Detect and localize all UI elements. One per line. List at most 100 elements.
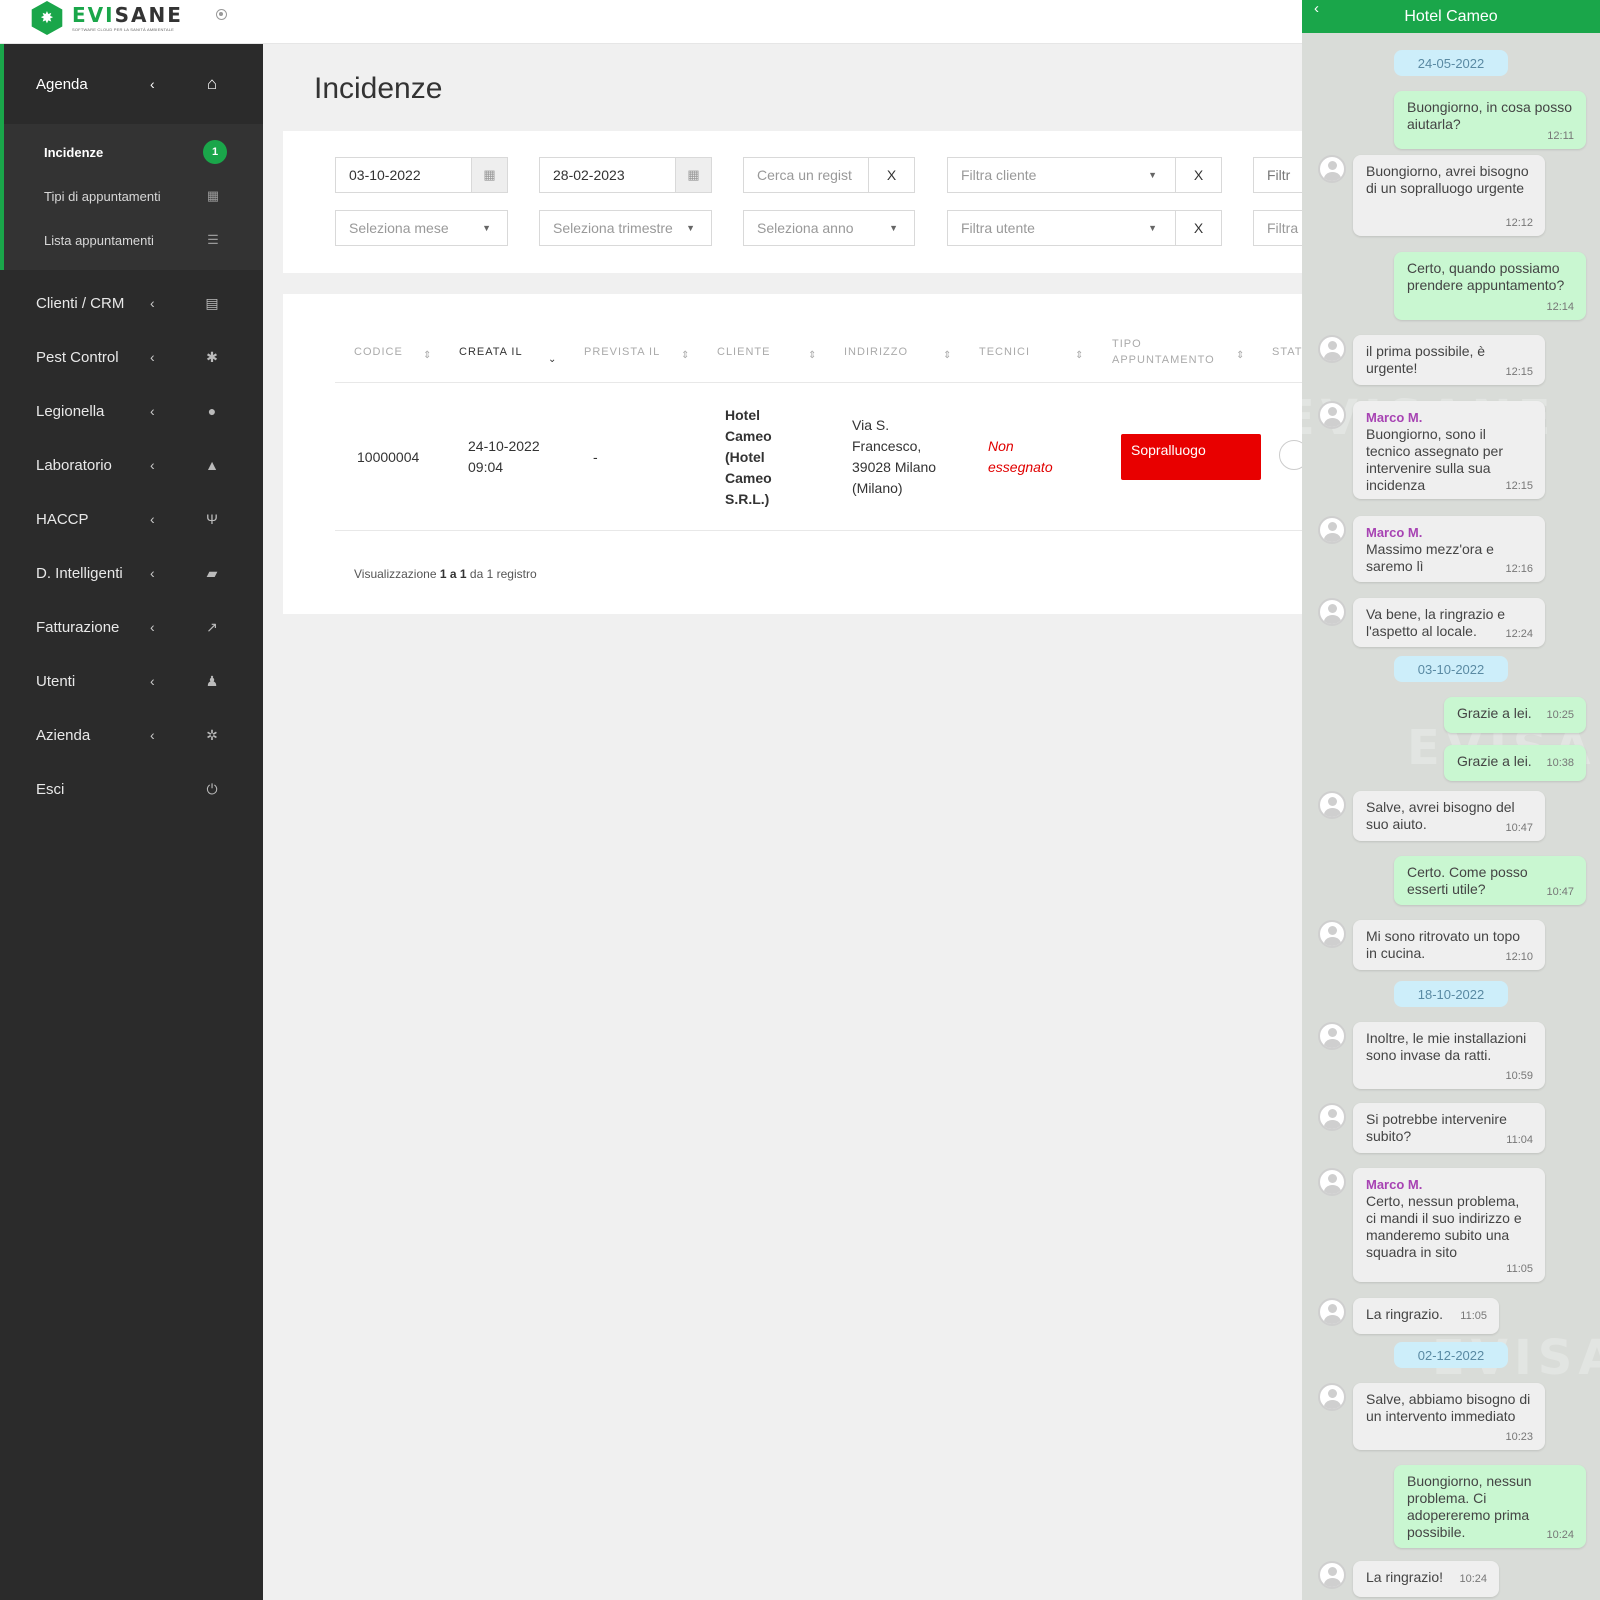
sidebar-item-fatturazione[interactable]: Fatturazione ‹ ↗ <box>0 600 263 654</box>
sidebar-item-laboratorio[interactable]: Laboratorio ‹ ▲ <box>0 438 263 492</box>
message-time: 10:47 <box>1546 886 1574 898</box>
date-from-value: 03-10-2022 <box>349 167 421 183</box>
message-text: La ringrazio! <box>1366 1569 1444 1585</box>
sort-icon[interactable]: ⇕ <box>423 350 431 361</box>
column-header-codice[interactable]: CODICE <box>354 344 403 360</box>
incoming-message: Marco M. Massimo mezz'ora e saremo lì 12… <box>1353 516 1545 582</box>
avatar <box>1318 598 1346 626</box>
date-separator: 03-10-2022 <box>1394 656 1508 682</box>
calendar-icon[interactable]: ▦ <box>675 158 711 192</box>
caret-down-icon: ▼ <box>686 223 695 233</box>
column-header-creata-il[interactable]: CREATA IL <box>459 344 523 360</box>
column-header-stato[interactable]: STAT <box>1272 344 1302 360</box>
chart-line-icon: ↗ <box>206 618 218 635</box>
year-select[interactable]: Seleziona anno ▼ <box>743 210 915 246</box>
incoming-message: Buongiorno, avrei bisogno di un soprallu… <box>1353 155 1545 236</box>
sidebar-subitem-label: Tipi di appuntamenti <box>44 188 161 204</box>
sidebar-item-clienti-crm[interactable]: Clienti / CRM ‹ ▤ <box>0 276 263 330</box>
cell-cliente-line: Cameo <box>725 428 772 444</box>
user-icon: ♟ <box>205 672 219 689</box>
message-time: 10:24 <box>1459 1573 1487 1585</box>
sidebar-subitem-incidenze[interactable]: Incidenze 1 <box>4 130 263 174</box>
clear-search-button[interactable]: X <box>868 158 914 192</box>
sidebar-item-label: Utenti <box>36 672 76 690</box>
caret-down-icon: ▼ <box>889 223 898 233</box>
count-badge: 1 <box>203 140 227 164</box>
sort-icon[interactable]: ⇕ <box>1075 350 1083 361</box>
message-time: 12:15 <box>1505 480 1533 492</box>
back-chevron-icon[interactable]: ‹ <box>1314 0 1319 17</box>
avatar <box>1318 335 1346 363</box>
cell-tecnici-line: Non <box>988 438 1014 454</box>
clear-client-button[interactable]: X <box>1175 158 1221 192</box>
sidebar-item-haccp[interactable]: HACCP ‹ Ψ <box>0 492 263 546</box>
chevron-left-icon: ‹ <box>150 673 155 689</box>
sidebar-item-legionella[interactable]: Legionella ‹ ● <box>0 384 263 438</box>
cell-cliente-line: Cameo <box>725 470 772 486</box>
user-filter-select[interactable]: Filtra utente ▼ X <box>947 210 1222 246</box>
outgoing-message: Certo, quando possiamo prendere appuntam… <box>1394 252 1586 320</box>
date-to-field[interactable]: 28-02-2023 ▦ <box>539 157 712 193</box>
sidebar-item-label: Laboratorio <box>36 456 112 474</box>
incoming-message: Mi sono ritrovato un topo in cucina. 12:… <box>1353 920 1545 970</box>
outgoing-message: Buongiorno, in cosa posso aiutarla? 12:1… <box>1394 91 1586 149</box>
sort-icon[interactable]: ⇕ <box>808 350 816 361</box>
avatar <box>1318 1298 1346 1326</box>
sidebar-subitem-lista-appuntamenti[interactable]: Lista appuntamenti ☰ <box>4 218 263 262</box>
column-header-indirizzo[interactable]: INDIRIZZO <box>844 344 908 360</box>
date-from-field[interactable]: 03-10-2022 ▦ <box>335 157 508 193</box>
sort-icon[interactable]: ⇕ <box>1236 350 1244 361</box>
message-text: La ringrazio. <box>1366 1306 1444 1322</box>
sidebar-item-esci[interactable]: Esci ⏻ <box>0 762 263 816</box>
month-select[interactable]: Seleziona mese ▼ <box>335 210 508 246</box>
sort-desc-icon[interactable]: ⌄ <box>548 354 556 365</box>
avatar <box>1318 1561 1346 1589</box>
column-header-prevista-il[interactable]: PREVISTA IL <box>584 344 660 360</box>
sidebar-toggle-icon[interactable] <box>216 9 227 20</box>
sort-icon[interactable]: ⇕ <box>943 350 951 361</box>
sort-icon[interactable]: ⇕ <box>681 350 689 361</box>
column-header-tipo-line2: APPUNTAMENTO <box>1112 354 1215 366</box>
message-text: Buongiorno, nessun problema. Ci adoperer… <box>1407 1473 1532 1540</box>
chevron-left-icon: ‹ <box>150 295 155 311</box>
date-separator: 02-12-2022 <box>1394 1342 1508 1368</box>
incoming-message: Marco M. Buongiorno, sono il tecnico ass… <box>1353 401 1545 499</box>
chevron-left-icon: ‹ <box>150 403 155 419</box>
cell-cliente-line: (Hotel <box>725 449 765 465</box>
message-time: 10:47 <box>1505 822 1533 834</box>
avatar <box>1318 791 1346 819</box>
search-input[interactable]: Cerca un regist X <box>743 157 915 193</box>
outgoing-message: Buongiorno, nessun problema. Ci adoperer… <box>1394 1465 1586 1548</box>
message-time: 10:24 <box>1546 1529 1574 1541</box>
client-filter-select[interactable]: Filtra cliente ▼ X <box>947 157 1222 193</box>
message-time: 12:24 <box>1505 628 1533 640</box>
evisane-logo[interactable]: ✸ EVISANE SOFTWARE CLOUD PER LA SANITÀ A… <box>30 0 183 36</box>
sidebar-item-agenda[interactable]: Agenda ‹ ⌂ <box>4 44 263 124</box>
chevron-left-icon: ‹ <box>150 511 155 527</box>
column-header-tecnici[interactable]: TECNICI <box>979 344 1030 360</box>
sidebar-item-label: D. Intelligenti <box>36 564 123 582</box>
pagination-total: 1 <box>486 567 494 581</box>
cell-cliente[interactable]: Hotel Cameo (Hotel Cameo S.R.L.) <box>725 405 772 510</box>
sidebar-item-azienda[interactable]: Azienda ‹ ✲ <box>0 708 263 762</box>
message-time: 11:04 <box>1506 1134 1533 1146</box>
sidebar-subitem-tipi-appuntamenti[interactable]: Tipi di appuntamenti ▦ <box>4 174 263 218</box>
pagination-info: Visualizzazione 1 a 1 da 1 registro <box>354 567 537 581</box>
search-placeholder: Cerca un regist <box>757 167 852 183</box>
incoming-message: La ringrazio! 10:24 <box>1353 1561 1499 1597</box>
sidebar-item-pest-control[interactable]: Pest Control ‹ ✱ <box>0 330 263 384</box>
extra-filter-2-placeholder: Filtra <box>1267 220 1299 236</box>
quarter-select[interactable]: Seleziona trimestre ▼ <box>539 210 712 246</box>
column-header-tipo[interactable]: TIPO APPUNTAMENTO <box>1112 336 1215 368</box>
column-header-cliente[interactable]: CLIENTE <box>717 344 770 360</box>
sidebar-item-utenti[interactable]: Utenti ‹ ♟ <box>0 654 263 708</box>
sidebar-item-d-intelligenti[interactable]: D. Intelligenti ‹ ▰ <box>0 546 263 600</box>
message-text: Buongiorno, avrei bisogno di un soprallu… <box>1366 163 1529 196</box>
chat-title: Hotel Cameo <box>1404 7 1498 25</box>
incoming-message: Va bene, la ringrazio e l'aspetto al loc… <box>1353 598 1545 647</box>
appointment-type-badge[interactable]: Sopralluogo <box>1121 434 1261 480</box>
clear-user-button[interactable]: X <box>1175 211 1221 245</box>
calendar-icon[interactable]: ▦ <box>471 158 507 192</box>
sidebar-item-label: Esci <box>36 780 65 798</box>
message-text: Grazie a lei. <box>1457 753 1532 769</box>
